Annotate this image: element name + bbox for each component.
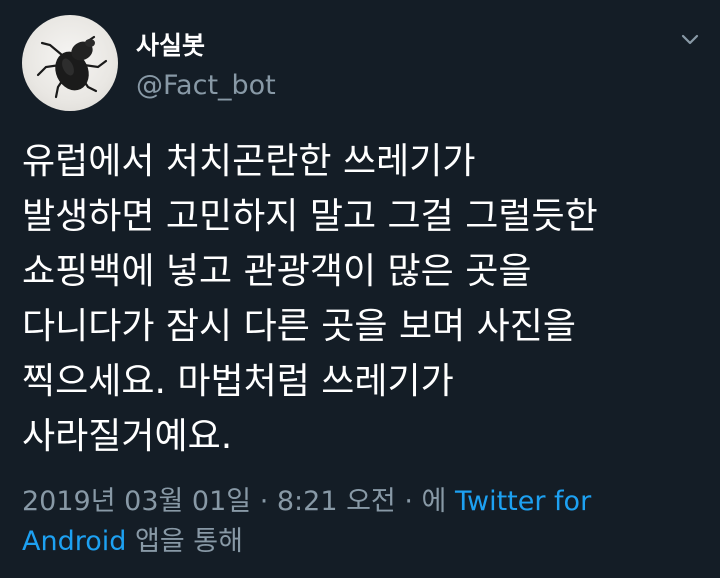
tweet-text-line: 찍으세요. 마법처럼 쓰레기가: [22, 361, 454, 402]
tweet-metadata: 2019년 03월 01일 · 8:21 오전 · 에 Twitter for …: [22, 482, 712, 562]
display-name[interactable]: 사실봇: [136, 26, 205, 62]
metadata-line-2: Android 앱을 통해: [22, 522, 712, 562]
via-suffix: 앱을 통해: [126, 526, 243, 557]
tweet-time[interactable]: 8:21 오전: [277, 486, 396, 517]
metadata-line-1: 2019년 03월 01일 · 8:21 오전 · 에 Twitter for: [22, 482, 712, 522]
via-prefix: 에: [421, 486, 455, 517]
source-link[interactable]: Twitter for: [455, 486, 591, 517]
tweet-text-line: 유럽에서 처치곤란한 쓰레기가: [22, 141, 476, 182]
tweet-text: 유럽에서 처치곤란한 쓰레기가 발생하면 고민하지 말고 그걸 그럴듯한 쇼핑백…: [22, 134, 712, 464]
separator: ·: [251, 486, 277, 517]
tweet-text-line: 사라질거예요.: [22, 416, 233, 457]
source-link-continued[interactable]: Android: [22, 526, 126, 557]
tweet-text-line: 발생하면 고민하지 말고 그걸 그럴듯한: [22, 196, 598, 237]
separator: ·: [395, 486, 422, 517]
chevron-down-icon[interactable]: [678, 30, 702, 50]
user-handle[interactable]: @Fact_bot: [136, 70, 276, 101]
avatar[interactable]: [22, 15, 118, 111]
tweet-text-line: 쇼핑백에 넣고 관광객이 많은 곳을: [22, 251, 532, 292]
tweet: 사실봇 @Fact_bot 유럽에서 처치곤란한 쓰레기가 발생하면 고민하지 …: [0, 0, 720, 578]
tweet-date[interactable]: 2019년 03월 01일: [22, 486, 251, 517]
beetle-icon: [36, 35, 108, 99]
tweet-text-line: 다니다가 잠시 다른 곳을 보며 사진을: [22, 306, 577, 347]
